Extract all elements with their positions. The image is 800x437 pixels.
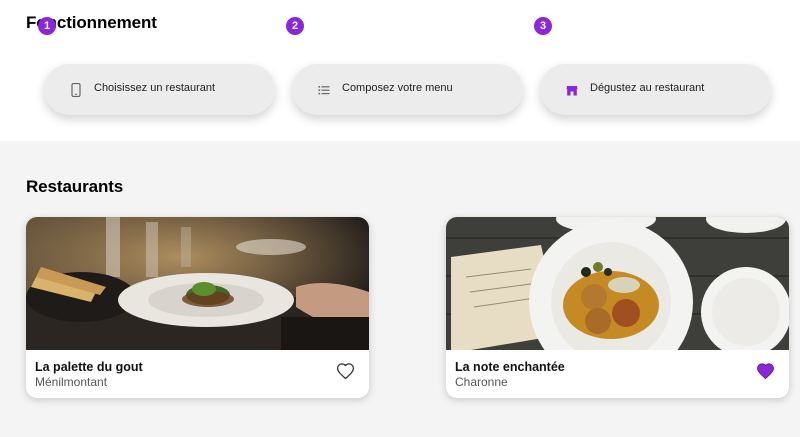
heart-outline-icon[interactable] bbox=[336, 362, 355, 380]
restaurants-section: Restaurants La palette du gout Ménilmont… bbox=[0, 141, 800, 437]
step-label: Composez votre menu bbox=[342, 82, 453, 94]
heart-filled-icon[interactable] bbox=[756, 362, 775, 380]
step-label: Choisissez un restaurant bbox=[94, 82, 216, 94]
step-number-badge: 1 bbox=[38, 17, 56, 35]
step-label: Dégustez au restaurant bbox=[590, 82, 705, 94]
how-it-works-section: Fonctionnement Choisissez un restaurant … bbox=[0, 0, 800, 141]
step-number-badge: 2 bbox=[286, 17, 304, 35]
list-icon bbox=[318, 86, 330, 95]
restaurant-photo bbox=[26, 217, 369, 350]
step-number-badge: 3 bbox=[534, 17, 552, 35]
restaurant-card[interactable]: La note enchantée Charonne bbox=[446, 217, 789, 398]
restaurant-name: La palette du gout bbox=[35, 360, 143, 374]
restaurant-name: La note enchantée bbox=[455, 360, 565, 374]
restaurant-neighborhood: Charonne bbox=[455, 375, 508, 389]
step-choose-restaurant: Choisissez un restaurant bbox=[44, 64, 275, 115]
storefront-icon bbox=[566, 86, 578, 96]
smartphone-icon bbox=[71, 83, 81, 97]
step-compose-menu: Composez votre menu bbox=[292, 64, 523, 115]
restaurant-photo bbox=[446, 217, 789, 350]
restaurant-card[interactable]: La palette du gout Ménilmontant bbox=[26, 217, 369, 398]
restaurants-title: Restaurants bbox=[26, 177, 124, 196]
step-enjoy-restaurant: Dégustez au restaurant bbox=[540, 64, 771, 115]
restaurant-neighborhood: Ménilmontant bbox=[35, 375, 108, 389]
